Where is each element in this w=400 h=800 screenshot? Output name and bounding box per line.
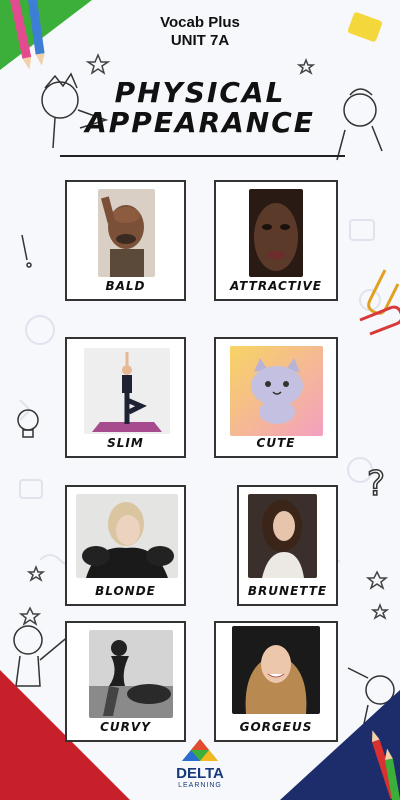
vocab-card-slim: SLIM [65, 337, 186, 458]
slim-yoga-figure [84, 348, 170, 434]
course-name: Vocab Plus [160, 14, 240, 31]
blonde-woman-photo [76, 494, 178, 578]
gorgeous-woman-photo [232, 626, 320, 714]
worksheet-page: ? Vocab Plus UNIT 7A PHYSICAL APPEARANCE [0, 0, 400, 800]
vocab-card-attractive: ATTRACTIVE [214, 180, 338, 301]
card-label: BRUNETTE [247, 584, 328, 598]
card-label: GORGEUS [239, 720, 313, 734]
card-label: ATTRACTIVE [230, 279, 322, 293]
logo-name: DELTA [176, 765, 224, 782]
bald-man-photo [98, 189, 155, 277]
vocab-card-blonde: BLONDE [65, 485, 186, 606]
card-label: BLONDE [95, 584, 156, 598]
cute-cat-cartoon [230, 346, 323, 436]
title-underline [60, 155, 345, 157]
svg-text:?: ? [367, 464, 385, 504]
delta-triangle-icon [182, 739, 218, 761]
unit-label: UNIT 7A [170, 32, 230, 49]
header: Vocab Plus UNIT 7A [0, 14, 400, 50]
logo-subtitle: LEARNING [178, 782, 222, 789]
title-line-2: APPEARANCE [85, 106, 315, 139]
page-title: PHYSICAL APPEARANCE [0, 78, 400, 138]
card-label: SLIM [107, 436, 144, 450]
vocab-card-cute: CUTE [214, 337, 338, 458]
brunette-woman-photo [248, 494, 317, 578]
attractive-woman-photo [249, 189, 303, 277]
vocab-card-gorgeus: GORGEUS [214, 621, 338, 742]
vocab-card-brunette: BRUNETTE [237, 485, 338, 606]
vocab-card-bald: BALD [65, 180, 186, 301]
vocab-card-curvy: CURVY [65, 621, 186, 742]
title-line-1: PHYSICAL [114, 76, 286, 109]
card-label: BALD [105, 279, 146, 293]
card-label: CUTE [256, 436, 296, 450]
card-label: CURVY [100, 720, 151, 734]
curvy-woman-photo [89, 630, 173, 718]
delta-logo: DELTA LEARNING [165, 738, 235, 789]
